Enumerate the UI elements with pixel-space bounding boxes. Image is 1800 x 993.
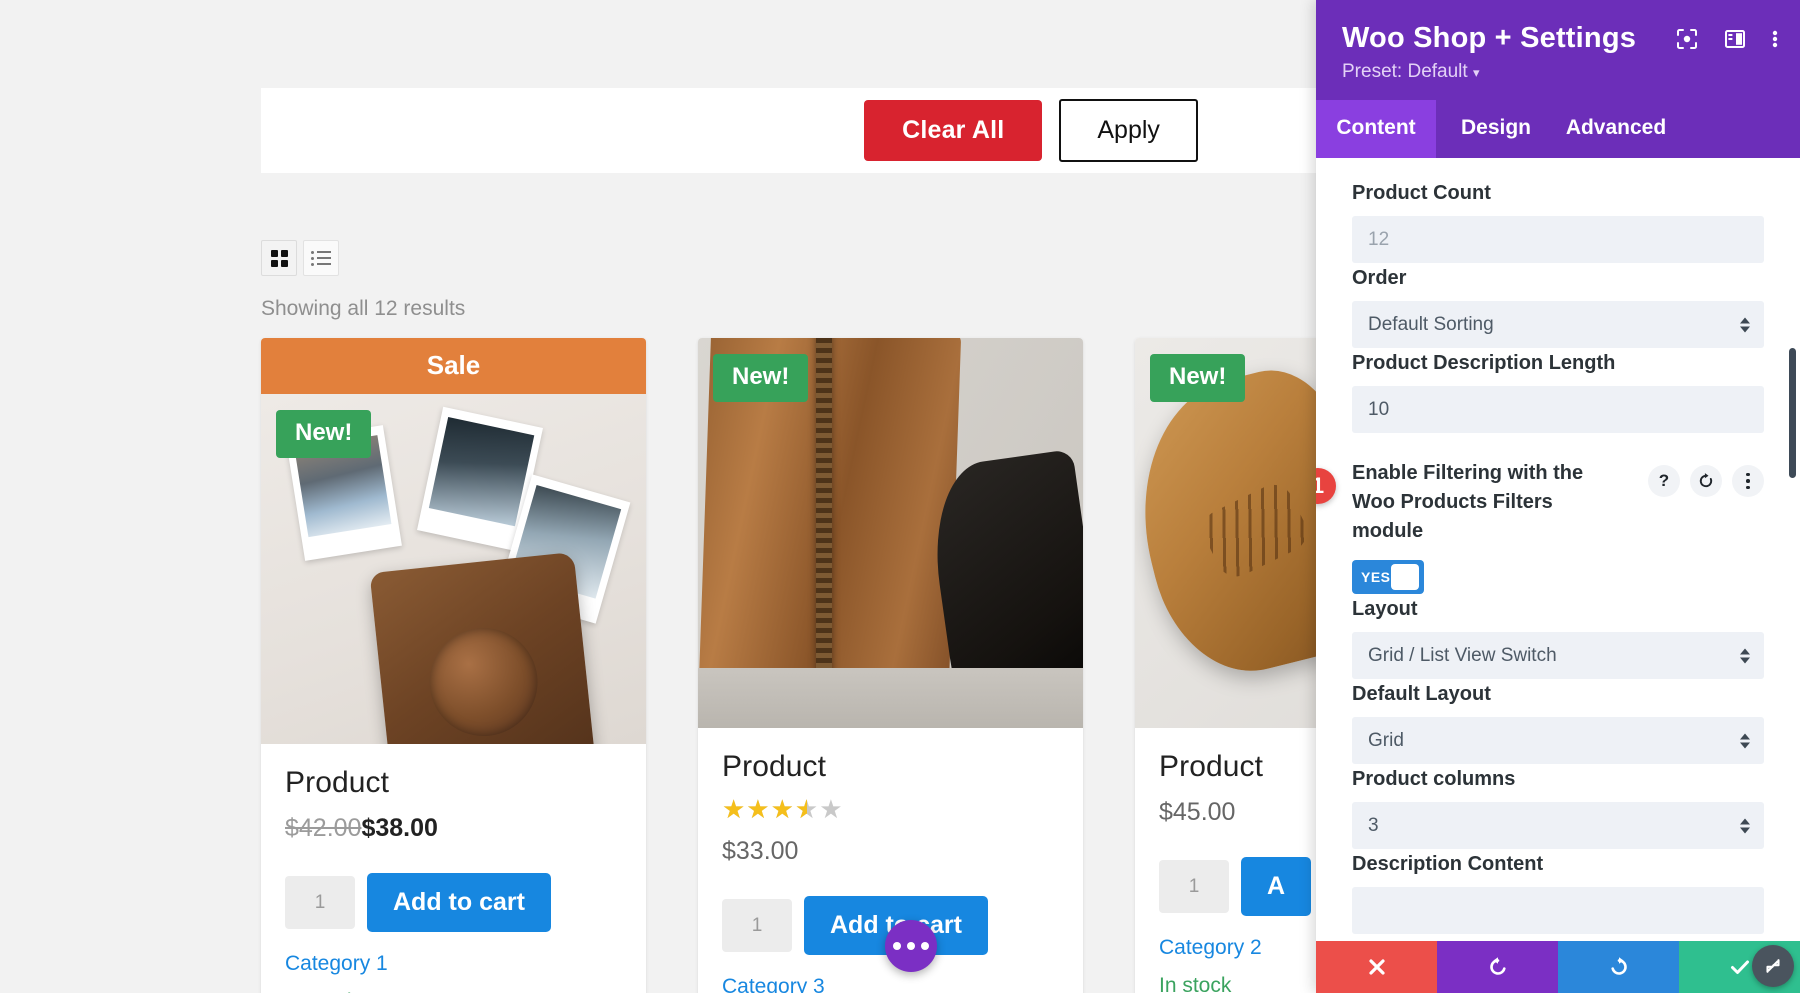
default-layout-select[interactable]: Grid <box>1352 717 1764 764</box>
default-layout-label: Default Layout <box>1352 683 1491 705</box>
product-price: $42.00$38.00 <box>285 814 622 843</box>
description-length-input[interactable]: 10 <box>1352 386 1764 433</box>
product-count-input[interactable]: 12 <box>1352 216 1764 263</box>
product-image[interactable]: New! <box>698 338 1083 728</box>
product-card[interactable]: Sale New! Product $42.00$38.00 Add to c <box>261 338 646 993</box>
field-default-layout: Default Layout Grid <box>1352 683 1764 764</box>
screen: Clear All Apply Showing all 12 results S… <box>0 0 1800 993</box>
module-settings-panel: Woo Shop + Settings Preset: Default ▾ Co… <box>1316 0 1800 993</box>
cancel-button[interactable] <box>1316 941 1437 993</box>
list-view-button[interactable] <box>303 240 339 276</box>
tab-advanced[interactable]: Advanced <box>1556 100 1676 158</box>
panel-body: Product Count 12 Order Default Sorting P… <box>1316 158 1800 941</box>
clear-all-button[interactable]: Clear All <box>864 100 1043 161</box>
product-title[interactable]: Product <box>722 750 1059 784</box>
original-price: $42.00 <box>285 814 362 842</box>
field-options-icon[interactable] <box>1732 465 1764 497</box>
layout-panel-icon[interactable] <box>1724 28 1746 50</box>
results-count: Showing all 12 results <box>261 297 466 320</box>
toggle-label: YES <box>1361 569 1391 585</box>
product-title[interactable]: Product <box>285 766 622 800</box>
rating-stars: ★★★★★ ★★★★★ <box>722 794 844 824</box>
layout-value: Grid / List View Switch <box>1368 644 1557 666</box>
module-options-fab[interactable] <box>885 920 937 972</box>
select-arrows-icon <box>1740 733 1750 748</box>
toggle-knob <box>1390 564 1419 590</box>
view-switch <box>261 240 339 276</box>
layout-select[interactable]: Grid / List View Switch <box>1352 632 1764 679</box>
field-layout: Layout Grid / List View Switch <box>1352 598 1764 679</box>
product-columns-value: 3 <box>1368 814 1379 836</box>
product-columns-select[interactable]: 3 <box>1352 802 1764 849</box>
kebab-menu-icon[interactable] <box>1772 28 1778 50</box>
cart-row: Add to cart <box>285 873 622 932</box>
description-length-label: Product Description Length <box>1352 352 1616 374</box>
help-icon[interactable]: ? <box>1648 465 1680 497</box>
new-badge: New! <box>713 354 809 402</box>
redo-button[interactable] <box>1558 941 1679 993</box>
tab-content[interactable]: Content <box>1316 100 1436 158</box>
quantity-input[interactable] <box>722 899 792 952</box>
order-value: Default Sorting <box>1368 313 1494 335</box>
description-content-label: Description Content <box>1352 853 1544 875</box>
panel-header-icons <box>1676 28 1778 50</box>
field-description-length: Product Description Length 10 <box>1352 352 1764 433</box>
panel-scrollbar[interactable] <box>1789 348 1796 478</box>
quantity-input[interactable] <box>1159 860 1229 913</box>
panel-action-bar <box>1316 941 1800 993</box>
select-arrows-icon <box>1740 317 1750 332</box>
reset-icon[interactable] <box>1690 465 1722 497</box>
preset-selector[interactable]: Preset: Default ▾ <box>1342 61 1774 83</box>
select-arrows-icon <box>1740 648 1750 663</box>
price-value: $33.00 <box>722 837 799 865</box>
field-product-count: Product Count 12 <box>1352 182 1764 263</box>
list-icon <box>311 250 331 266</box>
layout-label: Layout <box>1352 598 1418 620</box>
description-content-input[interactable] <box>1352 887 1764 934</box>
chevron-down-icon: ▾ <box>1472 65 1480 80</box>
field-description-content: Description Content <box>1352 853 1764 934</box>
grid-icon <box>270 249 288 267</box>
product-image[interactable]: New! <box>261 394 646 744</box>
product-category-link[interactable]: Category 1 <box>285 952 622 976</box>
new-badge: New! <box>276 410 372 458</box>
field-order: Order Default Sorting <box>1352 267 1764 348</box>
undo-button[interactable] <box>1437 941 1558 993</box>
product-card[interactable]: New! Product ★★★★★ ★★★★★ $33.00 Add to c… <box>698 338 1083 993</box>
price-value: $45.00 <box>1159 798 1236 826</box>
add-to-cart-button[interactable]: A <box>1241 857 1312 916</box>
order-label: Order <box>1352 267 1407 289</box>
enable-filtering-label: Enable Filtering with the Woo Products F… <box>1352 462 1584 542</box>
step-badge-1: 1 <box>1316 468 1336 504</box>
product-columns-label: Product columns <box>1352 768 1516 790</box>
field-enable-filtering: Enable Filtering with the Woo Products F… <box>1316 459 1764 594</box>
apply-button[interactable]: Apply <box>1059 99 1198 162</box>
order-select[interactable]: Default Sorting <box>1352 301 1764 348</box>
product-count-label: Product Count <box>1352 182 1491 204</box>
panel-header: Woo Shop + Settings Preset: Default ▾ <box>1316 0 1800 100</box>
panel-tabs: Content Design Advanced <box>1316 100 1800 158</box>
default-layout-value: Grid <box>1368 729 1404 751</box>
tab-design[interactable]: Design <box>1436 100 1556 158</box>
field-product-columns: Product columns 3 <box>1352 768 1764 849</box>
sale-price: $38.00 <box>361 814 438 842</box>
enable-filtering-toggle[interactable]: YES <box>1352 560 1424 594</box>
add-to-cart-button[interactable]: Add to cart <box>367 873 551 932</box>
select-arrows-icon <box>1740 818 1750 833</box>
panel-resize-handle[interactable] <box>1752 945 1794 987</box>
product-category-link[interactable]: Category 3 <box>722 975 1059 993</box>
grid-view-button[interactable] <box>261 240 297 276</box>
preset-label: Preset: Default <box>1342 61 1468 82</box>
sale-banner: Sale <box>261 338 646 394</box>
quantity-input[interactable] <box>285 876 355 929</box>
product-price: $33.00 <box>722 837 1059 866</box>
new-badge: New! <box>1150 354 1246 402</box>
focus-icon[interactable] <box>1676 28 1698 50</box>
